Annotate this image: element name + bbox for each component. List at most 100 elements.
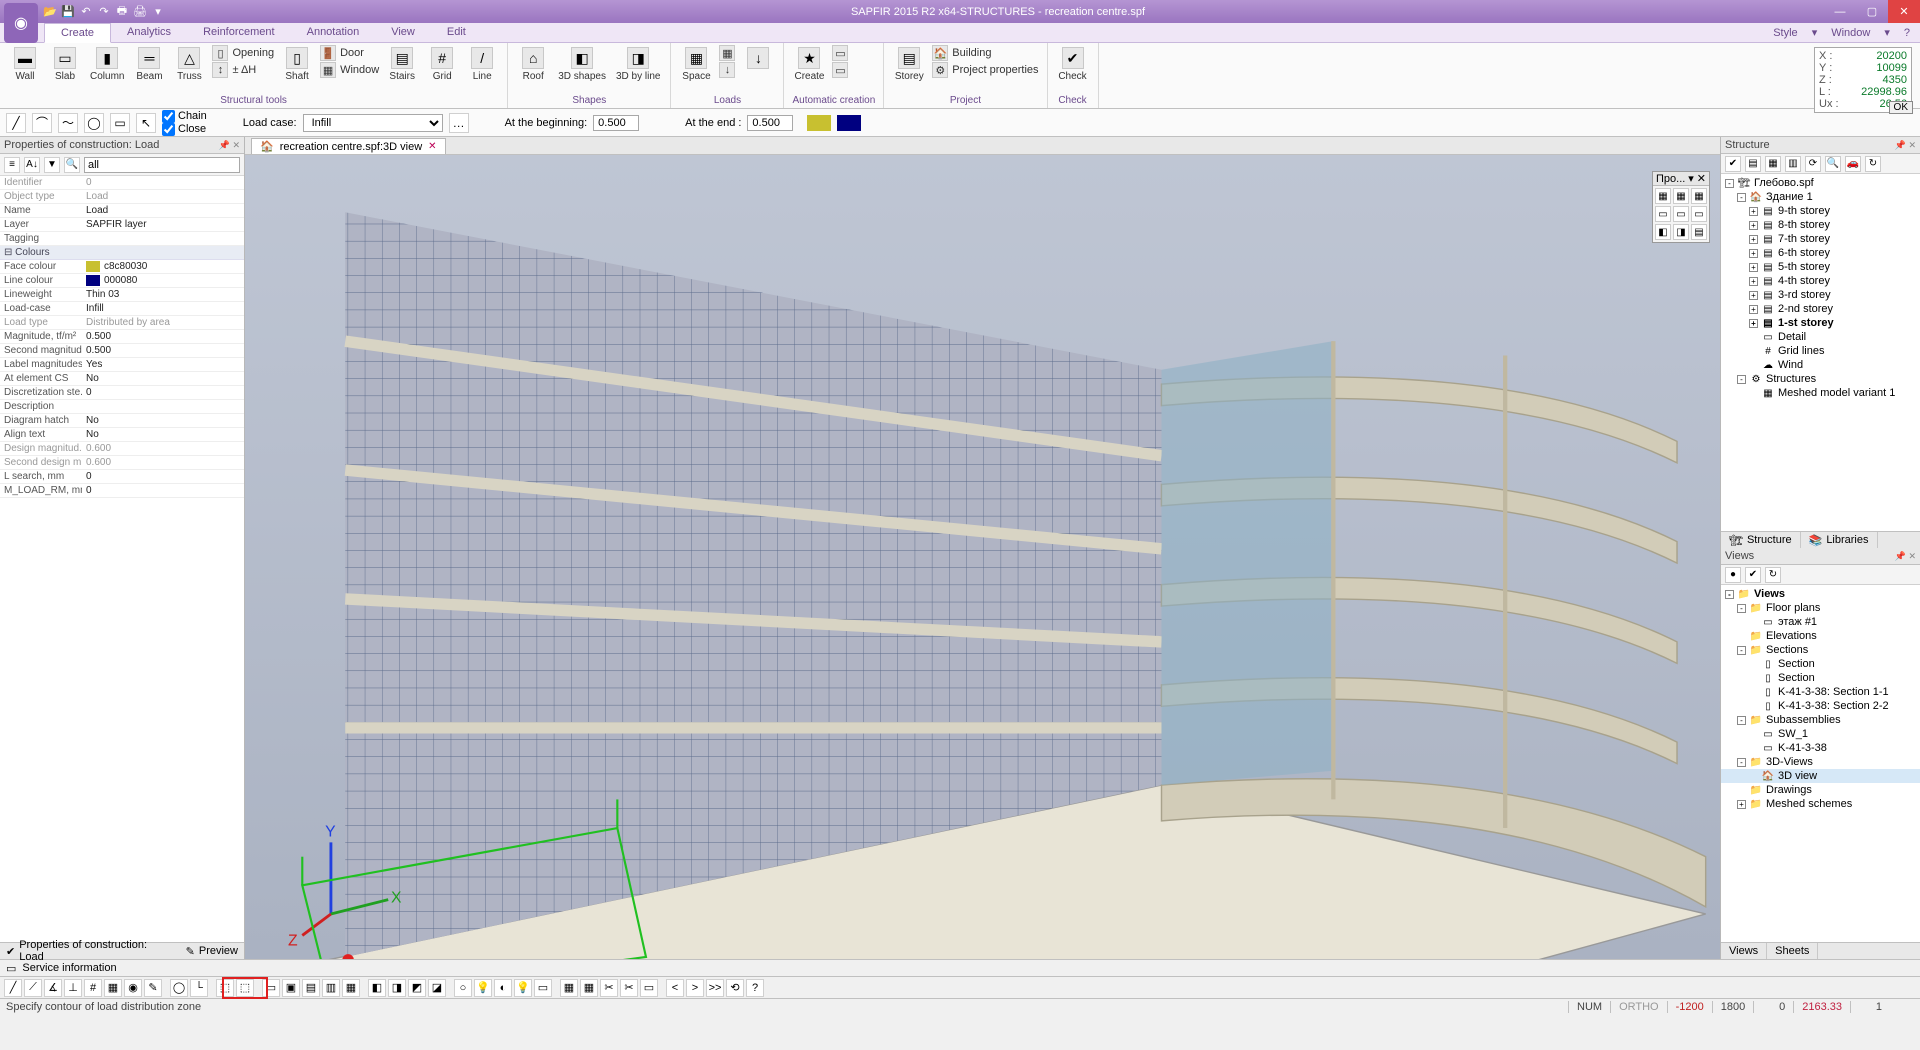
tree-node[interactable]: +▤4-th storey	[1721, 274, 1920, 288]
pal-btn[interactable]: ▦	[1655, 188, 1671, 204]
face-color-swatch[interactable]	[807, 115, 831, 131]
tab-sheets[interactable]: Sheets	[1767, 943, 1818, 959]
tab-views[interactable]: Views	[1721, 943, 1767, 959]
3d-viewport[interactable]: Y X Z Про...▾ ✕	[245, 155, 1720, 959]
property-row[interactable]: Face colourc8c80030	[0, 260, 244, 274]
view-btn[interactable]: ◨	[388, 979, 406, 997]
highlighted-btn-2[interactable]: ⬚	[236, 979, 254, 997]
close-button[interactable]: ✕	[1888, 0, 1920, 23]
load-small-1[interactable]: ▦	[719, 45, 735, 61]
property-row[interactable]: Align textNo	[0, 428, 244, 442]
view-btn[interactable]: ✂	[620, 979, 638, 997]
property-row[interactable]: Magnitude, tf/m²0.500	[0, 330, 244, 344]
tree-btn[interactable]: ⟳	[1805, 156, 1821, 172]
tree-node[interactable]: #Grid lines	[1721, 344, 1920, 358]
tree-node[interactable]: ▦Meshed model variant 1	[1721, 386, 1920, 400]
snap-btn[interactable]: ◉	[124, 979, 142, 997]
tab-libraries[interactable]: 📚 Libraries	[1801, 532, 1878, 548]
tab-analytics[interactable]: Analytics	[111, 23, 187, 42]
app-button[interactable]: ◉	[4, 3, 38, 43]
slab-button[interactable]: ▭Slab	[48, 45, 82, 84]
roof-button[interactable]: ⌂Roof	[516, 45, 550, 84]
property-row[interactable]: Label magnitudesYes	[0, 358, 244, 372]
view-btn[interactable]: ▣	[282, 979, 300, 997]
property-row[interactable]: NameLoad	[0, 204, 244, 218]
pin-icon[interactable]: 📌 ✕	[1895, 551, 1916, 562]
style-menu[interactable]: Style	[1773, 27, 1797, 39]
view-btn[interactable]: ▭	[262, 979, 280, 997]
pick-tool-icon[interactable]: ↖	[136, 113, 156, 133]
snap-btn[interactable]: ∡	[44, 979, 62, 997]
tree-btn[interactable]: 🚗	[1845, 156, 1861, 172]
view-btn[interactable]: ▭	[534, 979, 552, 997]
loadcase-more-icon[interactable]: …	[449, 113, 469, 133]
property-row[interactable]: Diagram hatchNo	[0, 414, 244, 428]
search-icon[interactable]: 🔍	[64, 157, 80, 173]
property-row[interactable]: Line colour000080	[0, 274, 244, 288]
pal-btn[interactable]: ◧	[1655, 224, 1671, 240]
line-color-swatch[interactable]	[837, 115, 861, 131]
print-icon[interactable]: 🖶	[114, 4, 130, 20]
dh-button[interactable]: ↕± ΔH	[212, 62, 274, 78]
view-btn[interactable]: ⟲	[726, 979, 744, 997]
snap-btn[interactable]: ⟋	[24, 979, 42, 997]
tree-node[interactable]: +▤7-th storey	[1721, 232, 1920, 246]
open-icon[interactable]: 📂	[42, 4, 58, 20]
check-button[interactable]: ✔Check	[1056, 45, 1090, 84]
tree-node[interactable]: ▯K-41-3-38: Section 1-1	[1721, 685, 1920, 699]
shaft-button[interactable]: ▯Shaft	[280, 45, 314, 84]
print-icon[interactable]: 🖨	[132, 4, 148, 20]
tree-node[interactable]: +▤9-th storey	[1721, 204, 1920, 218]
property-row[interactable]: Load typeDistributed by area	[0, 316, 244, 330]
tree-node[interactable]: -📁Sections	[1721, 643, 1920, 657]
tree-node[interactable]: +▤8-th storey	[1721, 218, 1920, 232]
minimize-button[interactable]: —	[1824, 0, 1856, 23]
tree-node[interactable]: +📁Meshed schemes	[1721, 797, 1920, 811]
redo-icon[interactable]: ↷	[96, 4, 112, 20]
tree-btn[interactable]: ▤	[1745, 156, 1761, 172]
spline-tool-icon[interactable]: ～	[58, 113, 78, 133]
tree-node[interactable]: -📁Floor plans	[1721, 601, 1920, 615]
view-btn[interactable]: >>	[706, 979, 724, 997]
view-btn[interactable]: ◧	[368, 979, 386, 997]
tree-btn[interactable]: ✔	[1725, 156, 1741, 172]
property-row[interactable]: Identifier0	[0, 176, 244, 190]
truss-button[interactable]: △Truss	[172, 45, 206, 84]
tree-node[interactable]: +▤3-rd storey	[1721, 288, 1920, 302]
tree-btn[interactable]: ▦	[1765, 156, 1781, 172]
maximize-button[interactable]: ▢	[1856, 0, 1888, 23]
tree-node[interactable]: ▭этаж #1	[1721, 615, 1920, 629]
property-row[interactable]: Design magnitud...0.600	[0, 442, 244, 456]
tree-btn[interactable]: 🔍	[1825, 156, 1841, 172]
dropdown-icon[interactable]: ▾	[150, 4, 166, 20]
tab-properties[interactable]: ✔ Properties of construction: Load	[0, 939, 180, 963]
property-row[interactable]: Load-caseInfill	[0, 302, 244, 316]
3dshapes-button[interactable]: ◧3D shapes	[556, 45, 608, 84]
snap-btn[interactable]: ▦	[104, 979, 122, 997]
building-button[interactable]: 🏠Building	[932, 45, 1038, 61]
view-btn[interactable]: ▥	[322, 979, 340, 997]
help-menu[interactable]: ?	[1904, 27, 1910, 39]
tree-node[interactable]: ▭Detail	[1721, 330, 1920, 344]
tree-node[interactable]: -📁3D-Views	[1721, 755, 1920, 769]
column-button[interactable]: ▮Column	[88, 45, 126, 84]
tree-btn[interactable]: ●	[1725, 567, 1741, 583]
tree-btn[interactable]: ✔	[1745, 567, 1761, 583]
tab-edit[interactable]: Edit	[431, 23, 482, 42]
pal-btn[interactable]: ▦	[1673, 188, 1689, 204]
view-btn[interactable]: <	[666, 979, 684, 997]
snap-btn[interactable]: ◯	[170, 979, 188, 997]
property-group[interactable]: ⊟ Colours	[0, 246, 244, 260]
snap-btn[interactable]: ✎	[144, 979, 162, 997]
pal-btn[interactable]: ◨	[1673, 224, 1689, 240]
property-row[interactable]: LayerSAPFIR layer	[0, 218, 244, 232]
view-btn[interactable]: 💡	[474, 979, 492, 997]
pal-btn[interactable]: ▦	[1691, 188, 1707, 204]
cat-icon[interactable]: ≡	[4, 157, 20, 173]
grid-button[interactable]: #Grid	[425, 45, 459, 84]
tree-node[interactable]: -📁Subassemblies	[1721, 713, 1920, 727]
door-button[interactable]: 🚪Door	[320, 45, 379, 61]
view-btn[interactable]: ✂	[600, 979, 618, 997]
beam-button[interactable]: ═Beam	[132, 45, 166, 84]
circle-tool-icon[interactable]: ◯	[84, 113, 104, 133]
